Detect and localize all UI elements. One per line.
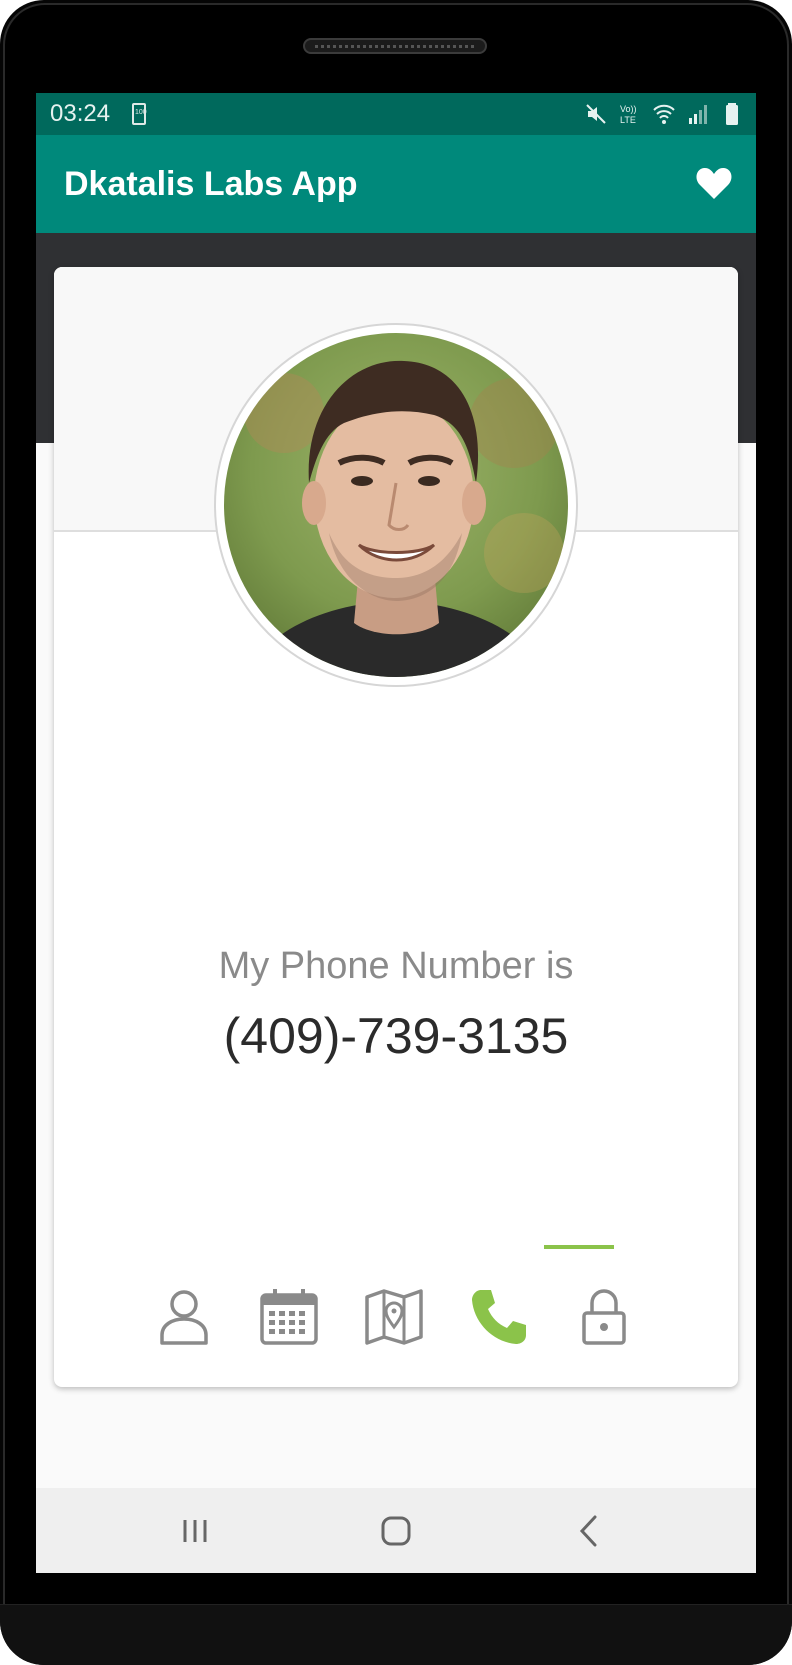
system-nav-bar bbox=[36, 1488, 756, 1573]
status-time: 03:24 bbox=[50, 100, 111, 127]
tab-lock[interactable] bbox=[564, 1277, 644, 1357]
battery-saver-icon: 100 bbox=[132, 103, 147, 125]
tab-calendar[interactable] bbox=[249, 1277, 329, 1357]
home-icon[interactable] bbox=[373, 1508, 419, 1554]
tab-map[interactable] bbox=[354, 1277, 434, 1357]
map-icon bbox=[365, 1289, 423, 1345]
back-icon[interactable] bbox=[566, 1508, 612, 1554]
info-value: (409)-739-3135 bbox=[223, 1008, 569, 1064]
avatar bbox=[224, 333, 568, 677]
active-tab-indicator bbox=[544, 1245, 614, 1249]
mute-icon bbox=[584, 102, 608, 126]
battery-icon bbox=[720, 102, 744, 126]
phone-frame: 03:24 100 Vo)) LTE Dkatalis Labs App My … bbox=[0, 0, 792, 1665]
profile-card: My Phone Number is (409)-739-3135 bbox=[54, 267, 738, 1387]
heart-icon[interactable] bbox=[694, 163, 734, 203]
battery-percent: 100 bbox=[135, 109, 147, 116]
volte-icon: Vo)) LTE bbox=[618, 102, 642, 126]
svg-text:Vo)): Vo)) bbox=[620, 104, 637, 114]
signal-icon bbox=[686, 102, 710, 126]
earpiece-speaker bbox=[303, 38, 487, 54]
person-icon bbox=[160, 1290, 208, 1345]
wifi-icon bbox=[652, 102, 676, 126]
info-tabs bbox=[144, 1245, 644, 1357]
info-label: My Phone Number is bbox=[218, 945, 574, 987]
phone-icon bbox=[472, 1290, 526, 1344]
tab-person[interactable] bbox=[144, 1277, 224, 1357]
status-bar: 03:24 100 Vo)) LTE bbox=[36, 93, 756, 135]
avatar-ring bbox=[214, 323, 578, 687]
app-title: Dkatalis Labs App bbox=[64, 165, 358, 203]
tab-phone[interactable] bbox=[459, 1277, 539, 1357]
phone-chin bbox=[0, 1604, 792, 1665]
recent-apps-icon[interactable] bbox=[172, 1508, 218, 1554]
lock-icon bbox=[582, 1289, 626, 1345]
app-bar: Dkatalis Labs App bbox=[36, 135, 756, 233]
screen: 03:24 100 Vo)) LTE Dkatalis Labs App My … bbox=[36, 93, 756, 1573]
svg-text:LTE: LTE bbox=[620, 115, 636, 125]
calendar-icon bbox=[260, 1289, 318, 1345]
status-icons: Vo)) LTE bbox=[584, 102, 744, 126]
